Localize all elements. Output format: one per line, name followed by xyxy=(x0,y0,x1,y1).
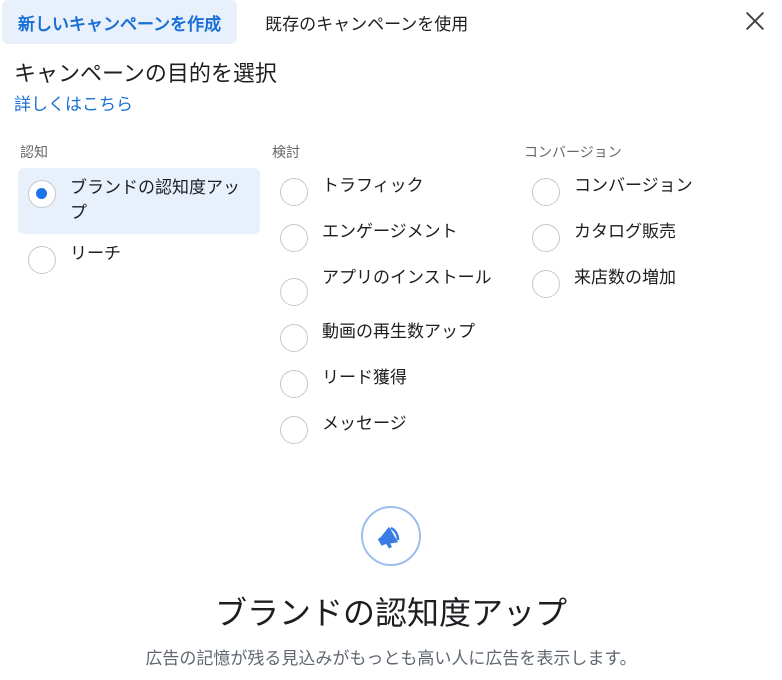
objective-column-conversion: コンバージョン コンバージョン カタログ販売 来店数の増加 xyxy=(522,142,772,306)
close-icon[interactable] xyxy=(742,8,768,34)
objective-option-video-views[interactable]: 動画の再生数アップ xyxy=(270,314,512,360)
radio-button[interactable] xyxy=(280,416,308,444)
option-label: カタログ販売 xyxy=(574,222,676,242)
tab-bar: 新しいキャンペーンを作成 既存のキャンペーンを使用 xyxy=(2,0,484,44)
radio-button[interactable] xyxy=(280,370,308,398)
objective-column-awareness: 認知 ブランドの認知度アップ リーチ xyxy=(18,142,268,282)
radio-button[interactable] xyxy=(532,224,560,252)
objective-option-catalog-sales[interactable]: カタログ販売 xyxy=(522,214,764,260)
objective-option-conversions[interactable]: コンバージョン xyxy=(522,168,764,214)
radio-button[interactable] xyxy=(280,224,308,252)
objective-option-store-traffic[interactable]: 来店数の増加 xyxy=(522,260,764,306)
option-label: 来店数の増加 xyxy=(574,268,676,288)
option-label: リード獲得 xyxy=(322,368,407,388)
megaphone-icon xyxy=(361,506,421,566)
objective-option-reach[interactable]: リーチ xyxy=(18,234,260,282)
radio-button[interactable] xyxy=(28,180,56,208)
radio-button[interactable] xyxy=(280,324,308,352)
column-header: コンバージョン xyxy=(524,145,622,161)
option-label: 動画の再生数アップ xyxy=(322,322,475,342)
objective-option-traffic[interactable]: トラフィック xyxy=(270,168,512,214)
option-label: コンバージョン xyxy=(574,176,693,196)
objective-option-lead-generation[interactable]: リード獲得 xyxy=(270,360,512,406)
radio-button[interactable] xyxy=(532,270,560,298)
option-label: ブランドの認知度アップ xyxy=(70,178,240,223)
objective-option-engagement[interactable]: エンゲージメント xyxy=(270,214,512,260)
page-title: キャンペーンの目的を選択 xyxy=(14,62,277,87)
objective-option-app-installs[interactable]: アプリのインストール xyxy=(270,260,512,314)
radio-button[interactable] xyxy=(532,178,560,206)
radio-button[interactable] xyxy=(280,178,308,206)
objective-option-brand-awareness[interactable]: ブランドの認知度アップ xyxy=(18,168,260,234)
option-label: アプリのインストール xyxy=(322,268,492,288)
radio-button[interactable] xyxy=(28,246,56,274)
objective-option-messages[interactable]: メッセージ xyxy=(270,406,512,452)
column-header: 認知 xyxy=(20,145,48,161)
tab-use-existing-campaign[interactable]: 既存のキャンペーンを使用 xyxy=(237,0,484,44)
option-label: メッセージ xyxy=(322,414,407,434)
column-header: 検討 xyxy=(272,145,300,161)
option-label: エンゲージメント xyxy=(322,222,458,242)
option-label: リーチ xyxy=(70,244,121,264)
learn-more-link[interactable]: 詳しくはこちら xyxy=(14,90,133,115)
radio-button[interactable] xyxy=(280,278,308,306)
detail-description: 広告の記憶が残る見込みがもっとも高い人に広告を表示します。 xyxy=(145,649,637,669)
objective-detail: ブランドの認知度アップ 広告の記憶が残る見込みがもっとも高い人に広告を表示します… xyxy=(0,500,782,669)
tab-create-new-campaign[interactable]: 新しいキャンペーンを作成 xyxy=(2,0,238,44)
option-label: トラフィック xyxy=(322,176,424,196)
detail-title: ブランドの認知度アップ xyxy=(214,594,567,632)
objective-column-consideration: 検討 トラフィック エンゲージメント アプリのインストール 動画の再生数アップ … xyxy=(270,142,520,452)
